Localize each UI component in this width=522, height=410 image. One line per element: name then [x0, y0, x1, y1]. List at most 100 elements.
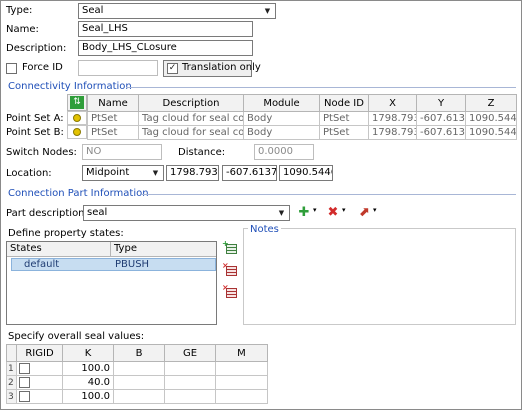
cell-m[interactable] [215, 361, 268, 376]
part-description-label: Part description: [6, 208, 88, 219]
cell-y[interactable]: -607.6137 [416, 125, 466, 140]
location-select-value: Midpoint [86, 167, 130, 178]
cell-ge[interactable] [164, 375, 216, 390]
chevron-down-icon: ▼ [152, 169, 159, 177]
pick-a-button[interactable] [67, 111, 87, 125]
chevron-down-icon[interactable]: ▾ [373, 206, 377, 214]
table-icon [226, 244, 237, 254]
cell-m[interactable] [215, 375, 268, 390]
state-type: PBUSH [115, 259, 150, 270]
table-row[interactable]: PtSet Tag cloud for seal conne Body PtSe… [87, 125, 517, 140]
description-label: Description: [6, 43, 67, 54]
part-description-select[interactable]: seal ▼ [83, 205, 290, 221]
cell-module[interactable]: Body [243, 111, 320, 126]
cell-b[interactable] [113, 361, 165, 376]
pick-b-button[interactable] [67, 125, 87, 139]
table-icon [226, 288, 237, 298]
table-row[interactable]: 1 100.0 [6, 361, 268, 376]
swap-icon: ⇅ [70, 96, 84, 109]
pick-node-icon [73, 128, 81, 136]
cell-rigid[interactable] [16, 375, 63, 390]
cell-b[interactable] [113, 389, 165, 404]
clear-states-button[interactable]: × [222, 284, 238, 298]
remove-state-button[interactable]: × [222, 262, 238, 276]
switch-nodes-field[interactable]: NO [82, 144, 162, 160]
rigid-checkbox[interactable] [19, 363, 30, 374]
table-row[interactable]: 2 40.0 [6, 375, 268, 390]
cell-z[interactable]: 1090.5447 [465, 111, 517, 126]
column-header[interactable]: Module [243, 94, 320, 112]
cell-k[interactable]: 100.0 [62, 389, 114, 404]
states-column-header[interactable]: States [10, 243, 42, 254]
cell-name[interactable]: PtSet [87, 111, 139, 126]
cell-node-id[interactable]: PtSet [319, 111, 369, 126]
row-index: 3 [6, 389, 17, 404]
property-states-list[interactable]: States Type default PBUSH [6, 241, 217, 325]
column-header[interactable]: X [368, 94, 417, 112]
chevron-down-icon: ▼ [278, 209, 285, 217]
location-select[interactable]: Midpoint ▼ [82, 165, 164, 181]
column-header[interactable]: Node ID [319, 94, 369, 112]
column-header[interactable]: RIGID [16, 344, 63, 362]
cell-ge[interactable] [164, 389, 216, 404]
description-field[interactable]: Body_LHS_CLosure [78, 40, 253, 56]
add-icon[interactable]: ✚ [296, 205, 312, 221]
chevron-down-icon[interactable]: ▾ [342, 206, 346, 214]
translation-only-toggle[interactable]: ✓ Translation only [163, 60, 261, 77]
type-column-header[interactable]: Type [114, 243, 137, 254]
column-header[interactable]: Name [87, 94, 139, 112]
cell-rigid[interactable] [16, 389, 63, 404]
cell-name[interactable]: PtSet [87, 125, 139, 140]
cell-node-id[interactable]: PtSet [319, 125, 369, 140]
states-header-row: States Type [7, 242, 216, 257]
cell-m[interactable] [215, 389, 268, 404]
cell-y[interactable]: -607.6137 [416, 111, 466, 126]
cell-x[interactable]: 1798.7938 [368, 111, 417, 126]
notes-box[interactable] [243, 228, 516, 325]
cell-module[interactable]: Body [243, 125, 320, 140]
column-header[interactable]: GE [164, 344, 216, 362]
rigid-checkbox[interactable] [19, 391, 30, 402]
point-set-b-label: Point Set B: [6, 127, 64, 138]
point-set-a-label: Point Set A: [6, 113, 64, 124]
location-y-field[interactable]: -607.613739 [222, 165, 277, 181]
cell-k[interactable]: 100.0 [62, 361, 114, 376]
force-id-field[interactable] [78, 60, 158, 76]
column-header[interactable]: Description [138, 94, 244, 112]
swap-button[interactable]: ⇅ [67, 94, 87, 111]
delete-icon[interactable]: ✖ [325, 205, 341, 221]
force-id-checkbox[interactable] [6, 63, 17, 74]
edit-part-icon[interactable]: ⬈ [356, 205, 372, 221]
translation-only-checkbox[interactable]: ✓ [167, 63, 178, 74]
column-header[interactable]: Z [465, 94, 517, 112]
connectivity-section-title: Connectivity Information [8, 81, 132, 92]
corner-cell [6, 344, 17, 362]
seal-values-table: RIGID K B GE M 1 100.0 2 40.0 3 100.0 [6, 344, 268, 404]
cell-rigid[interactable] [16, 361, 63, 376]
cell-description[interactable]: Tag cloud for seal conne [138, 111, 244, 126]
cell-b[interactable] [113, 375, 165, 390]
cell-k[interactable]: 40.0 [62, 375, 114, 390]
type-select[interactable]: Seal ▼ [78, 3, 276, 19]
part-description-value: seal [87, 207, 108, 218]
column-header[interactable]: Y [416, 94, 466, 112]
name-field[interactable]: Seal_LHS [78, 21, 253, 37]
cell-description[interactable]: Tag cloud for seal conne [138, 125, 244, 140]
rigid-checkbox[interactable] [19, 377, 30, 388]
chevron-down-icon[interactable]: ▾ [313, 206, 317, 214]
location-z-field[interactable]: 1090.54467 [279, 165, 333, 181]
distance-field[interactable]: 0.0000 [254, 144, 314, 160]
table-row[interactable]: 3 100.0 [6, 389, 268, 404]
cell-z[interactable]: 1090.5447 [465, 125, 517, 140]
cell-x[interactable]: 1798.7938 [368, 125, 417, 140]
location-x-field[interactable]: 1798.79376 [166, 165, 219, 181]
switch-nodes-label: Switch Nodes: [6, 147, 77, 158]
cell-ge[interactable] [164, 361, 216, 376]
column-header[interactable]: B [113, 344, 165, 362]
column-header[interactable]: K [62, 344, 114, 362]
column-header[interactable]: M [215, 344, 268, 362]
column-divider [110, 242, 111, 257]
add-state-button[interactable]: + [222, 240, 238, 254]
table-row[interactable]: PtSet Tag cloud for seal conne Body PtSe… [87, 111, 517, 126]
list-item[interactable]: default PBUSH [11, 258, 216, 271]
